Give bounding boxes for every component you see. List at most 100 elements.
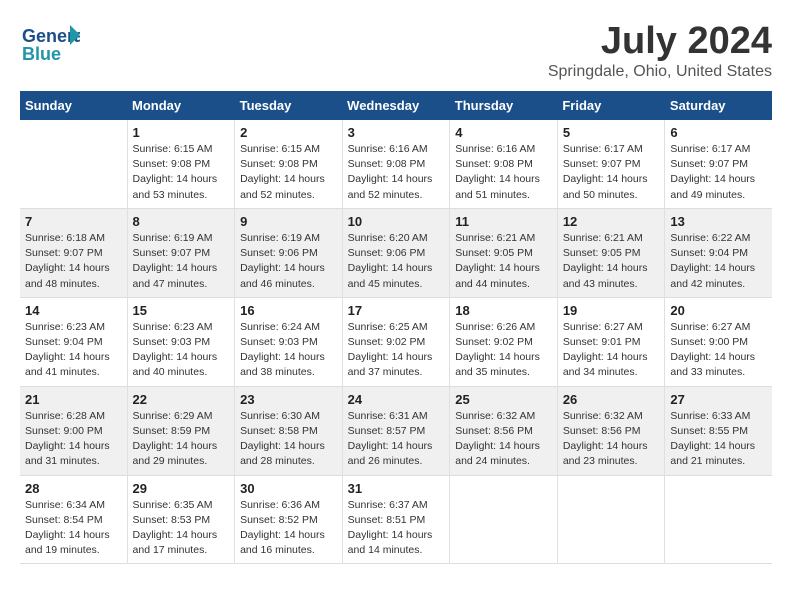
calendar-cell: 13Sunrise: 6:22 AM Sunset: 9:04 PM Dayli… (665, 208, 772, 297)
cell-content: Sunrise: 6:18 AM Sunset: 9:07 PM Dayligh… (25, 231, 122, 292)
day-number: 17 (348, 303, 445, 318)
day-number: 9 (240, 214, 337, 229)
day-number: 6 (670, 125, 767, 140)
cell-content: Sunrise: 6:36 AM Sunset: 8:52 PM Dayligh… (240, 498, 337, 559)
day-number: 5 (563, 125, 660, 140)
calendar-cell: 3 Sunrise: 6:16 AM Sunset: 9:08 PM Daylig… (342, 120, 450, 208)
cell-content: Sunrise: 6:30 AM Sunset: 8:58 PM Dayligh… (240, 409, 337, 470)
calendar-cell: 11 Sunrise: 6:21 AM Sunset: 9:05 PM Dayli… (450, 208, 558, 297)
page-header: General Blue July 2024 Springdale, Ohio,… (20, 20, 772, 81)
cell-content: Sunrise: 6:32 AM Sunset: 8:56 PM Dayligh… (563, 409, 660, 470)
calendar-cell: 14 Sunrise: 6:23 AM Sunset: 9:04 PM Dayli… (20, 297, 127, 386)
calendar-cell: 9 Sunrise: 6:19 AM Sunset: 9:06 PM Daylig… (235, 208, 343, 297)
cell-content: Sunrise: 6:23 AM Sunset: 9:04 PM Dayligh… (25, 320, 122, 381)
calendar-cell (450, 475, 558, 564)
day-number: 8 (133, 214, 230, 229)
day-number: 14 (25, 303, 122, 318)
day-number: 15 (133, 303, 230, 318)
calendar-cell: 25Sunrise: 6:32 AM Sunset: 8:56 PM Dayli… (450, 386, 558, 475)
cell-content: Sunrise: 6:32 AM Sunset: 8:56 PM Dayligh… (455, 409, 552, 470)
calendar-cell (557, 475, 665, 564)
title-block: July 2024 Springdale, Ohio, United State… (548, 20, 772, 81)
week-row-1: 1 Sunrise: 6:15 AM Sunset: 9:08 PM Daylig… (20, 120, 772, 208)
cell-content: Sunrise: 6:31 AM Sunset: 8:57 PM Dayligh… (348, 409, 445, 470)
calendar-cell: 29Sunrise: 6:35 AM Sunset: 8:53 PM Dayli… (127, 475, 235, 564)
day-number: 29 (133, 481, 230, 496)
calendar-cell: 5 Sunrise: 6:17 AM Sunset: 9:07 PM Daylig… (557, 120, 665, 208)
cell-content: Sunrise: 6:19 AM Sunset: 9:07 PM Dayligh… (133, 231, 230, 292)
header-tuesday: Tuesday (235, 91, 343, 120)
calendar-cell: 24Sunrise: 6:31 AM Sunset: 8:57 PM Dayli… (342, 386, 450, 475)
header-sunday: Sunday (20, 91, 127, 120)
cell-content: Sunrise: 6:17 AM Sunset: 9:07 PM Dayligh… (563, 142, 660, 203)
calendar-cell: 27 Sunrise: 6:33 AM Sunset: 8:55 PM Dayli… (665, 386, 772, 475)
calendar-cell: 18 Sunrise: 6:26 AM Sunset: 9:02 PM Dayli… (450, 297, 558, 386)
cell-content: Sunrise: 6:22 AM Sunset: 9:04 PM Dayligh… (670, 231, 767, 292)
week-row-5: 28 Sunrise: 6:34 AM Sunset: 8:54 PM Dayli… (20, 475, 772, 564)
day-number: 11 (455, 214, 552, 229)
day-number: 4 (455, 125, 552, 140)
calendar-cell: 19Sunrise: 6:27 AM Sunset: 9:01 PM Dayli… (557, 297, 665, 386)
header-row: SundayMondayTuesdayWednesdayThursdayFrid… (20, 91, 772, 120)
cell-content: Sunrise: 6:27 AM Sunset: 9:01 PM Dayligh… (563, 320, 660, 381)
cell-content: Sunrise: 6:34 AM Sunset: 8:54 PM Dayligh… (25, 498, 122, 559)
day-number: 21 (25, 392, 122, 407)
cell-content: Sunrise: 6:15 AM Sunset: 9:08 PM Dayligh… (133, 142, 230, 203)
cell-content: Sunrise: 6:20 AM Sunset: 9:06 PM Dayligh… (348, 231, 445, 292)
cell-content: Sunrise: 6:15 AM Sunset: 9:08 PM Dayligh… (240, 142, 337, 203)
day-number: 2 (240, 125, 337, 140)
calendar-cell: 16 Sunrise: 6:24 AM Sunset: 9:03 PM Dayli… (235, 297, 343, 386)
cell-content: Sunrise: 6:33 AM Sunset: 8:55 PM Dayligh… (670, 409, 767, 470)
calendar-cell: 20 Sunrise: 6:27 AM Sunset: 9:00 PM Dayli… (665, 297, 772, 386)
day-number: 3 (348, 125, 445, 140)
calendar-cell: 12 Sunrise: 6:21 AM Sunset: 9:05 PM Dayli… (557, 208, 665, 297)
day-number: 22 (133, 392, 230, 407)
cell-content: Sunrise: 6:24 AM Sunset: 9:03 PM Dayligh… (240, 320, 337, 381)
calendar-cell: 1 Sunrise: 6:15 AM Sunset: 9:08 PM Daylig… (127, 120, 235, 208)
header-saturday: Saturday (665, 91, 772, 120)
cell-content: Sunrise: 6:26 AM Sunset: 9:02 PM Dayligh… (455, 320, 552, 381)
calendar-cell: 28 Sunrise: 6:34 AM Sunset: 8:54 PM Dayli… (20, 475, 127, 564)
header-thursday: Thursday (450, 91, 558, 120)
calendar-cell: 21 Sunrise: 6:28 AM Sunset: 9:00 PM Dayli… (20, 386, 127, 475)
cell-content: Sunrise: 6:28 AM Sunset: 9:00 PM Dayligh… (25, 409, 122, 470)
page-title: July 2024 (548, 20, 772, 63)
svg-text:Blue: Blue (22, 44, 61, 64)
calendar-cell: 10 Sunrise: 6:20 AM Sunset: 9:06 PM Dayli… (342, 208, 450, 297)
day-number: 16 (240, 303, 337, 318)
cell-content: Sunrise: 6:21 AM Sunset: 9:05 PM Dayligh… (563, 231, 660, 292)
header-wednesday: Wednesday (342, 91, 450, 120)
header-monday: Monday (127, 91, 235, 120)
week-row-2: 7Sunrise: 6:18 AM Sunset: 9:07 PM Daylig… (20, 208, 772, 297)
day-number: 18 (455, 303, 552, 318)
cell-content: Sunrise: 6:37 AM Sunset: 8:51 PM Dayligh… (348, 498, 445, 559)
calendar-cell: 17Sunrise: 6:25 AM Sunset: 9:02 PM Dayli… (342, 297, 450, 386)
calendar-cell: 22 Sunrise: 6:29 AM Sunset: 8:59 PM Dayli… (127, 386, 235, 475)
logo-icon: General Blue (20, 20, 80, 70)
cell-content: Sunrise: 6:23 AM Sunset: 9:03 PM Dayligh… (133, 320, 230, 381)
header-friday: Friday (557, 91, 665, 120)
week-row-3: 14 Sunrise: 6:23 AM Sunset: 9:04 PM Dayli… (20, 297, 772, 386)
day-number: 10 (348, 214, 445, 229)
calendar-table: SundayMondayTuesdayWednesdayThursdayFrid… (20, 91, 772, 564)
calendar-cell: 7Sunrise: 6:18 AM Sunset: 9:07 PM Daylig… (20, 208, 127, 297)
cell-content: Sunrise: 6:19 AM Sunset: 9:06 PM Dayligh… (240, 231, 337, 292)
calendar-cell: 2 Sunrise: 6:15 AM Sunset: 9:08 PM Daylig… (235, 120, 343, 208)
day-number: 30 (240, 481, 337, 496)
calendar-cell (20, 120, 127, 208)
cell-content: Sunrise: 6:27 AM Sunset: 9:00 PM Dayligh… (670, 320, 767, 381)
cell-content: Sunrise: 6:29 AM Sunset: 8:59 PM Dayligh… (133, 409, 230, 470)
day-number: 28 (25, 481, 122, 496)
day-number: 1 (133, 125, 230, 140)
calendar-cell: 23Sunrise: 6:30 AM Sunset: 8:58 PM Dayli… (235, 386, 343, 475)
cell-content: Sunrise: 6:21 AM Sunset: 9:05 PM Dayligh… (455, 231, 552, 292)
day-number: 27 (670, 392, 767, 407)
day-number: 12 (563, 214, 660, 229)
day-number: 26 (563, 392, 660, 407)
calendar-header: SundayMondayTuesdayWednesdayThursdayFrid… (20, 91, 772, 120)
calendar-cell: 8 Sunrise: 6:19 AM Sunset: 9:07 PM Daylig… (127, 208, 235, 297)
day-number: 20 (670, 303, 767, 318)
logo: General Blue (20, 20, 80, 75)
cell-content: Sunrise: 6:16 AM Sunset: 9:08 PM Dayligh… (348, 142, 445, 203)
calendar-cell: 4Sunrise: 6:16 AM Sunset: 9:08 PM Daylig… (450, 120, 558, 208)
